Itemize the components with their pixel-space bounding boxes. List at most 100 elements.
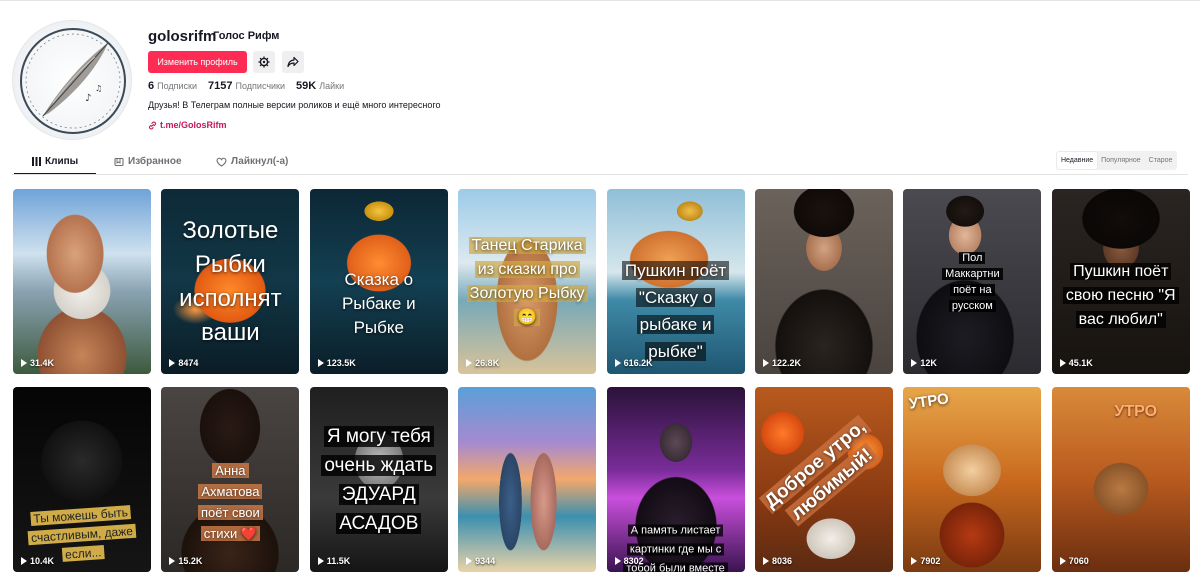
video-card[interactable]: Танец Старика из сказки про Золотую Рыбк…	[458, 189, 597, 374]
play-icon	[911, 359, 918, 367]
sort-switch: Недавние Популярное Старое	[1056, 151, 1178, 170]
likes-stat: 59K Лайки	[296, 80, 344, 92]
view-count: 123.5K	[317, 358, 356, 368]
view-count: 26.8K	[466, 358, 499, 368]
view-count: 8474	[169, 358, 198, 368]
video-card[interactable]: УТРО 7060	[1051, 387, 1190, 572]
followers-count: 7157	[208, 80, 233, 92]
tabs-divider	[12, 174, 1188, 175]
share-button[interactable]	[282, 51, 304, 73]
link-icon	[148, 121, 157, 129]
play-icon	[21, 359, 27, 367]
profile-stats: 6 Подписки 7157 Подписчики 59K Лайки	[148, 80, 355, 92]
video-caption: Пушкин поёт свою песню "Я вас любил"	[1058, 260, 1184, 332]
play-icon	[466, 557, 473, 565]
followers-stat[interactable]: 7157 Подписчики	[208, 80, 285, 92]
view-count: 9344	[466, 556, 495, 566]
video-caption: Пушкин поёт "Сказку о рыбаке и рыбке"	[613, 257, 739, 365]
tab-favorites-label: Избранное	[128, 156, 182, 167]
likes-count: 59K	[296, 80, 317, 92]
heart-outline-icon	[216, 157, 227, 167]
view-count: 11.5K	[317, 556, 350, 566]
following-label: Подписки	[157, 81, 198, 91]
sort-recent[interactable]: Недавние	[1057, 152, 1098, 169]
play-icon	[169, 359, 176, 367]
play-icon	[1059, 359, 1066, 367]
view-count: 15.2K	[169, 556, 202, 566]
video-card[interactable]: 31.4K	[13, 189, 151, 374]
followers-label: Подписчики	[235, 81, 286, 91]
grid-icon	[32, 157, 41, 166]
profile-bio: Друзья! В Телеграм полные версии роликов…	[148, 100, 441, 110]
view-count: 8036	[762, 556, 792, 566]
video-card[interactable]: Я могу тебя очень ждать ЭДУАРД АСАДОВ 11…	[309, 387, 448, 572]
video-card[interactable]: Золотые Рыбки исполнят ваши 8474	[161, 189, 300, 374]
tab-liked[interactable]: Лайкнул(-а)	[216, 156, 288, 167]
play-icon	[169, 557, 176, 565]
video-grid: 31.4K Золотые Рыбки исполнят ваши 8474 С…	[13, 189, 1190, 572]
video-caption: Золотые Рыбки исполнят ваши	[179, 216, 282, 346]
video-card[interactable]: Пол Маккартни поёт на русском 12K	[903, 189, 1042, 374]
video-card[interactable]: Ты можешь быть счастливым, даже если... …	[13, 387, 151, 572]
view-count: 616.2K	[614, 358, 653, 368]
video-card[interactable]: Сказка о Рыбаке и Рыбке 123.5K	[309, 189, 448, 374]
video-card[interactable]: 9344	[458, 387, 597, 572]
view-count: 12K	[911, 358, 937, 368]
play-icon	[614, 557, 621, 565]
tab-favorites[interactable]: Избранное	[114, 156, 182, 167]
video-thumbnail	[13, 189, 151, 374]
video-caption: Сказка о Рыбаке и Рыбке	[341, 269, 416, 337]
video-card[interactable]: Доброе утро, любимый! 8036	[754, 387, 893, 572]
play-icon	[911, 557, 918, 565]
play-icon	[762, 359, 769, 367]
tab-clips-label: Клипы	[45, 156, 79, 167]
play-icon	[317, 359, 324, 367]
tab-liked-label: Лайкнул(-а)	[231, 156, 289, 167]
view-count: 8302	[614, 556, 644, 566]
view-count: 7060	[1059, 556, 1089, 566]
settings-button[interactable]	[253, 51, 275, 73]
top-divider	[0, 0, 1200, 1]
video-thumbnail	[903, 387, 1042, 572]
video-card[interactable]: Анна Ахматова поёт свои стихи ❤️ 15.2K	[161, 387, 300, 572]
video-caption: Танец Старика из сказки про Золотую Рыбк…	[464, 234, 590, 330]
play-icon	[466, 359, 473, 367]
sort-popular[interactable]: Популярное	[1097, 152, 1144, 169]
share-arrow-icon	[287, 56, 299, 68]
play-icon	[762, 557, 769, 565]
video-card[interactable]: 122.2K	[754, 189, 893, 374]
video-card[interactable]: Пушкин поёт "Сказку о рыбаке и рыбке" 61…	[606, 189, 745, 374]
view-count: 31.4K	[21, 358, 54, 368]
video-card[interactable]: А память листает картинки где мы с тобой…	[606, 387, 745, 572]
video-thumbnail	[754, 189, 893, 374]
following-stat[interactable]: 6 Подписки	[148, 80, 197, 92]
following-count: 6	[148, 80, 155, 92]
video-caption: УТРО	[1114, 403, 1158, 420]
nickname: Голос Рифм	[213, 30, 280, 42]
view-count: 45.1K	[1059, 358, 1093, 368]
view-count: 10.4K	[21, 556, 54, 566]
video-thumbnail	[458, 387, 597, 572]
view-count: 7902	[911, 556, 940, 566]
video-card[interactable]: УТРО 7902	[903, 387, 1042, 572]
svg-text:♪: ♪	[85, 93, 91, 104]
play-icon	[1059, 557, 1066, 565]
video-card[interactable]: Пушкин поёт свою песню "Я вас любил" 45.…	[1051, 189, 1190, 374]
play-icon	[317, 557, 324, 565]
sort-oldest[interactable]: Старое	[1145, 152, 1177, 169]
feather-logo-icon: ♪ ♫	[20, 28, 126, 134]
tab-clips[interactable]: Клипы	[32, 156, 78, 167]
edit-profile-button[interactable]: Изменить профиль	[148, 51, 247, 73]
view-count: 122.2K	[762, 358, 801, 368]
play-icon	[21, 557, 27, 565]
profile-link-text: t.me/GolosRifm	[160, 120, 227, 130]
bookmark-icon	[114, 157, 124, 166]
video-caption: Я могу тебя очень ждать ЭДУАРД АСАДОВ	[316, 422, 442, 538]
username: golosrifm	[148, 28, 217, 45]
video-caption: Анна Ахматова поёт свои стихи ❤️	[189, 460, 271, 544]
svg-text:♫: ♫	[95, 84, 102, 93]
avatar[interactable]: ♪ ♫	[12, 20, 132, 140]
video-caption: Пол Маккартни поёт на русском	[939, 250, 1005, 314]
play-icon	[614, 359, 621, 367]
profile-link[interactable]: t.me/GolosRifm	[148, 120, 227, 130]
